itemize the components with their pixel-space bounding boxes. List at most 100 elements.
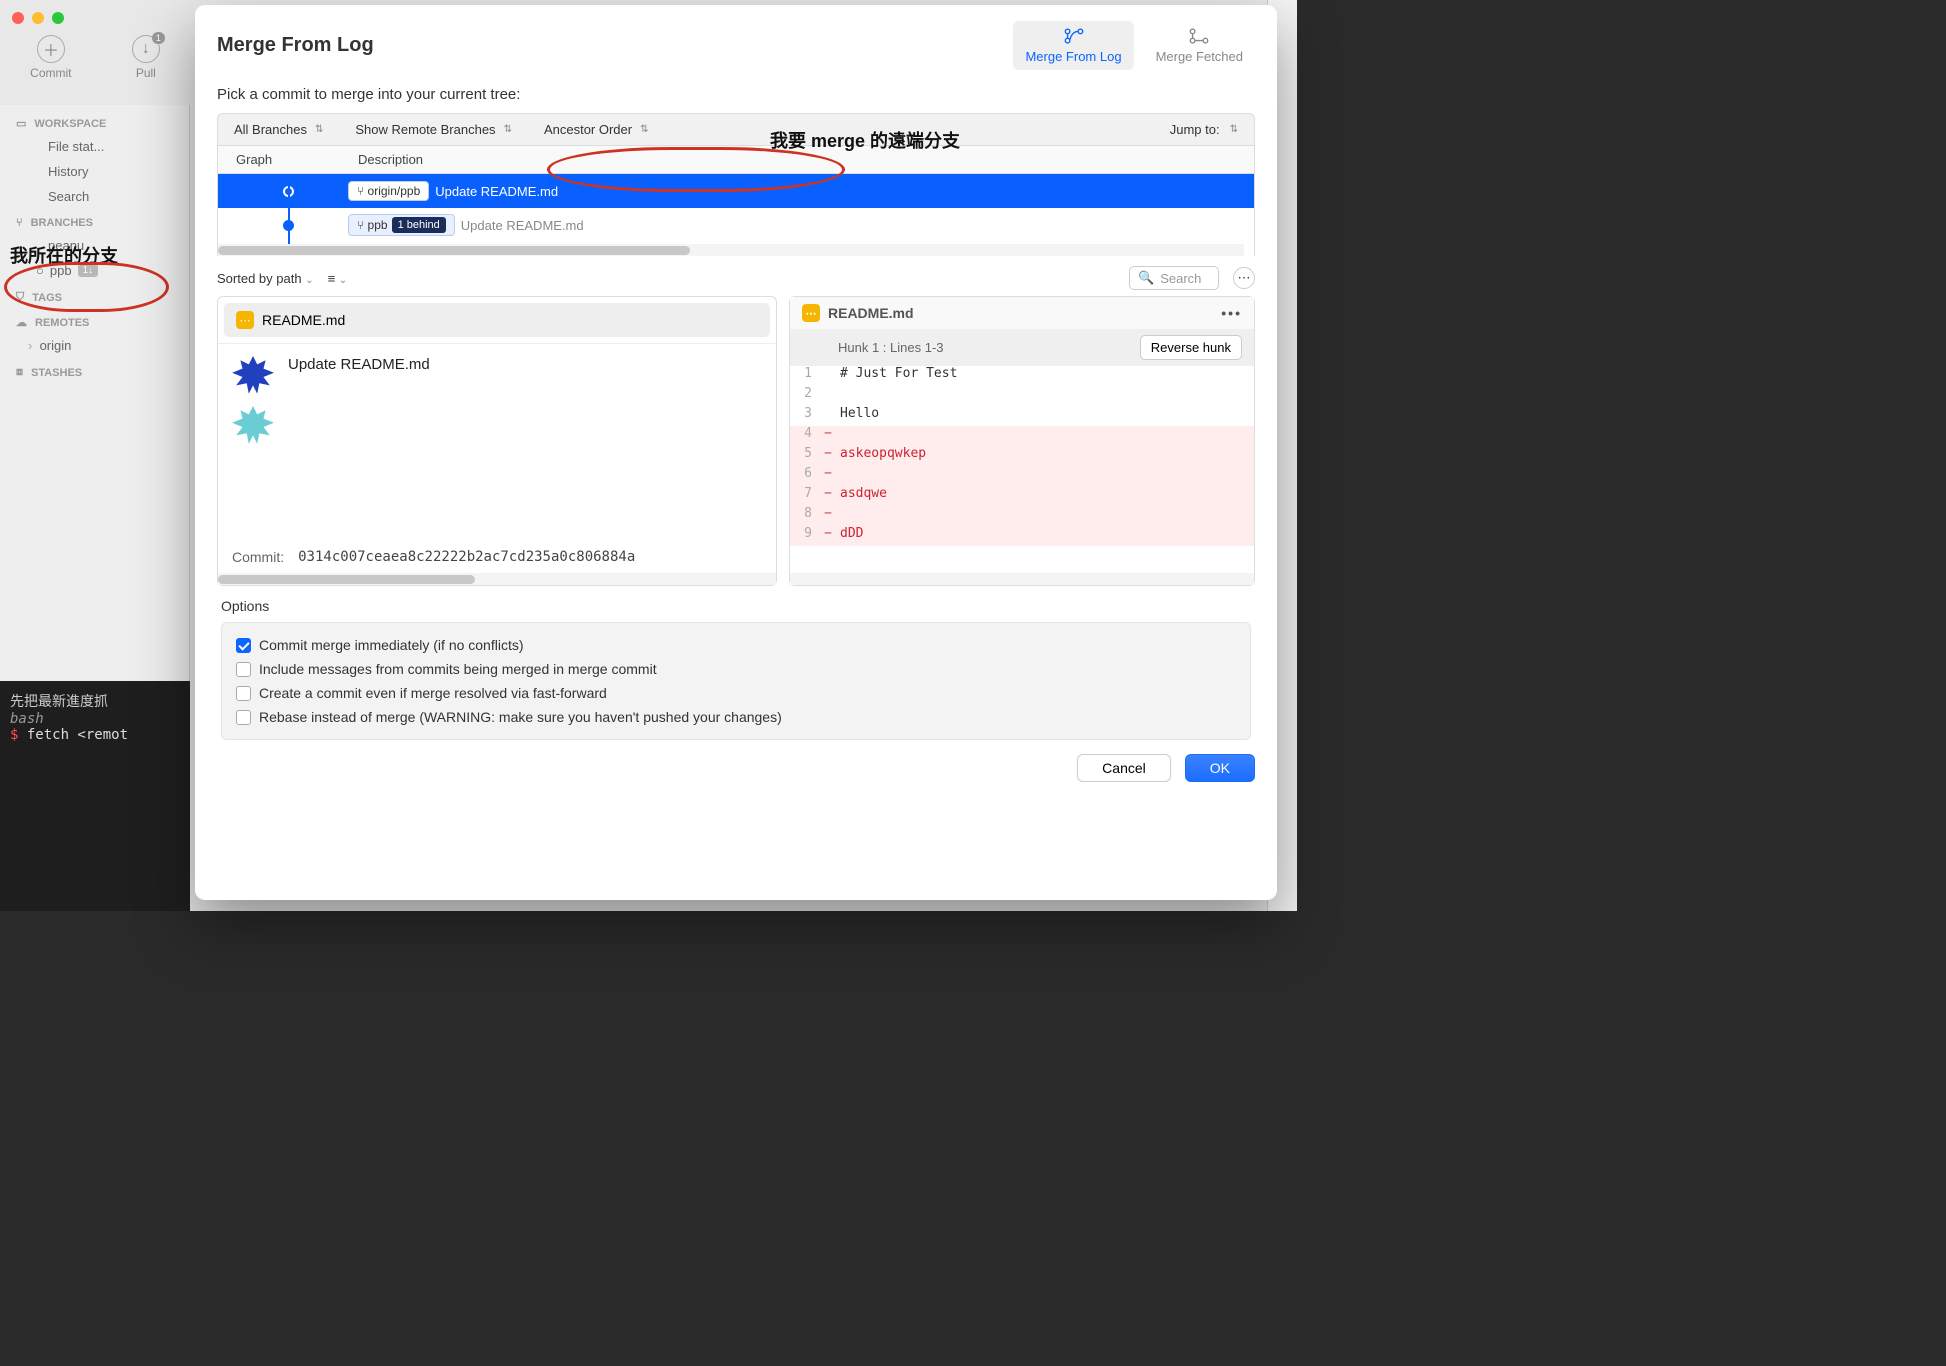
- list-view-select[interactable]: ≡ ⌄: [328, 271, 348, 286]
- option-rebase[interactable]: Rebase instead of merge (WARNING: make s…: [236, 705, 1236, 729]
- annotation-my-branch: 我所在的分支: [10, 242, 118, 268]
- diff-line[interactable]: 7−asdqwe: [790, 486, 1254, 506]
- markdown-file-icon: ⋯: [802, 304, 820, 322]
- option-commit-immediately[interactable]: Commit merge immediately (if no conflict…: [236, 633, 1236, 657]
- diff-line[interactable]: 3Hello: [790, 406, 1254, 426]
- branch-icon: ⑂: [357, 218, 368, 232]
- commit-message: Update README.md: [435, 184, 558, 199]
- dialog-title: Merge From Log: [217, 34, 374, 57]
- dialog-footer: Cancel OK: [195, 740, 1277, 796]
- diff-column: ⋯ README.md ••• Hunk 1 : Lines 1-3 Rever…: [789, 296, 1255, 586]
- file-column: ⋯ README.md Update README.md Commit: 031…: [217, 296, 777, 586]
- file-item[interactable]: ⋯ README.md: [224, 303, 770, 337]
- horizontal-scrollbar[interactable]: [790, 573, 1254, 585]
- checkbox-icon[interactable]: [236, 662, 251, 677]
- diff-line[interactable]: 2: [790, 386, 1254, 406]
- commit-info: Update README.md Commit: 0314c007ceaea8c…: [218, 343, 776, 573]
- chevron-updown-icon: ⇅: [504, 124, 512, 135]
- traffic-lights: [12, 12, 64, 24]
- commit-button[interactable]: ＋ Commit: [30, 35, 71, 80]
- graph-node-icon: [283, 220, 294, 231]
- checkbox-icon[interactable]: [236, 686, 251, 701]
- tab-merge-fetched[interactable]: Merge Fetched: [1144, 21, 1255, 70]
- cancel-button[interactable]: Cancel: [1077, 754, 1171, 782]
- options-title: Options: [221, 598, 1251, 614]
- filter-bar: All Branches⇅ Show Remote Branches⇅ Ance…: [217, 113, 1255, 146]
- remote-branches-select[interactable]: Show Remote Branches⇅: [339, 114, 528, 145]
- sidebar-item-search[interactable]: Search: [0, 184, 189, 209]
- merge-dialog: Merge From Log Merge From Log Merge Fetc…: [195, 5, 1277, 900]
- pull-badge: 1: [152, 32, 165, 44]
- branch-tag: ⑂ ppb 1 behind: [348, 214, 455, 236]
- stashes-section: ⧈ STASHES: [0, 358, 189, 383]
- commit-hash-label: Commit:: [232, 549, 284, 565]
- diff-line[interactable]: 9−dDD: [790, 526, 1254, 546]
- close-icon[interactable]: [12, 12, 24, 24]
- commit-message: Update README.md: [461, 218, 584, 233]
- commit-row[interactable]: ⑂ ppb 1 behind Update README.md: [218, 208, 1254, 242]
- chevron-updown-icon: ⇅: [315, 124, 323, 135]
- sidebar-item-filestatus[interactable]: File stat...: [0, 134, 189, 159]
- cloud-icon: ☁: [16, 316, 27, 329]
- branch-tag: ⑂ origin/ppb: [348, 181, 429, 201]
- commit-hash: 0314c007ceaea8c22222b2ac7cd235a0c806884a: [298, 549, 635, 565]
- sidebar-item-history[interactable]: History: [0, 159, 189, 184]
- more-button[interactable]: ⋯: [1233, 267, 1255, 289]
- diff-line[interactable]: 4−: [790, 426, 1254, 446]
- chevron-updown-icon: ⇅: [1230, 124, 1238, 135]
- commit-row[interactable]: ⑂ origin/ppb Update README.md: [218, 174, 1254, 208]
- diff-line[interactable]: 1# Just For Test: [790, 366, 1254, 386]
- search-placeholder: Search: [1160, 271, 1201, 286]
- options-section: Options Commit merge immediately (if no …: [195, 586, 1277, 740]
- diff-line[interactable]: 6−: [790, 466, 1254, 486]
- reverse-hunk-button[interactable]: Reverse hunk: [1140, 335, 1242, 360]
- detail-row: ⋯ README.md Update README.md Commit: 031…: [217, 296, 1255, 586]
- terminal-cmd: $ fetch <remot: [10, 727, 180, 743]
- tags-section: ⛉ TAGS: [0, 283, 189, 308]
- horizontal-scrollbar[interactable]: [218, 244, 1244, 256]
- ellipsis-icon: ⋯: [1238, 270, 1251, 286]
- ellipsis-icon[interactable]: •••: [1221, 305, 1242, 321]
- branches-select[interactable]: All Branches⇅: [218, 114, 339, 145]
- merge-fetched-icon: [1188, 27, 1210, 45]
- commit-columns: Graph Description: [217, 146, 1255, 174]
- minimize-icon[interactable]: [32, 12, 44, 24]
- ok-button[interactable]: OK: [1185, 754, 1255, 782]
- diff-file-title: ⋯ README.md •••: [790, 297, 1254, 329]
- options-panel: Commit merge immediately (if no conflict…: [221, 622, 1251, 740]
- annotation-remote-branch: 我要 merge 的遠端分支: [770, 127, 960, 153]
- hunk-bar: Hunk 1 : Lines 1-3 Reverse hunk: [790, 329, 1254, 366]
- behind-badge: 1 behind: [392, 217, 446, 233]
- search-icon: 🔍: [1138, 270, 1154, 286]
- zoom-icon[interactable]: [52, 12, 64, 24]
- chevron-down-icon: ⌄: [305, 275, 313, 286]
- dialog-header: Merge From Log Merge From Log Merge Fetc…: [195, 5, 1277, 86]
- diff-line[interactable]: 8−: [790, 506, 1254, 526]
- search-input[interactable]: 🔍 Search: [1129, 266, 1219, 290]
- markdown-file-icon: ⋯: [236, 311, 254, 329]
- avatar-icon: [232, 356, 274, 398]
- chevron-down-icon: ⌄: [339, 275, 347, 286]
- sidebar-toolbar: ＋ Commit ↓ 1 Pull: [0, 25, 190, 90]
- sort-select[interactable]: Sorted by path ⌄: [217, 271, 314, 286]
- pull-label: Pull: [136, 66, 156, 80]
- avatar-icon: [232, 406, 274, 448]
- terminal-bash: bash: [10, 711, 180, 727]
- sidebar-item-remote-origin[interactable]: › origin: [0, 333, 189, 358]
- checkbox-icon[interactable]: [236, 638, 251, 653]
- top-tabs: Merge From Log Merge Fetched: [1013, 21, 1255, 70]
- pull-button[interactable]: ↓ 1 Pull: [132, 35, 160, 80]
- order-select[interactable]: Ancestor Order⇅: [528, 114, 665, 145]
- horizontal-scrollbar[interactable]: [218, 573, 776, 585]
- commit-list: ⑂ origin/ppb Update README.md ⑂ ppb 1 be…: [217, 174, 1255, 256]
- tab-merge-from-log[interactable]: Merge From Log: [1013, 21, 1133, 70]
- jump-to[interactable]: Jump to:⇅: [1154, 114, 1254, 145]
- commit-detail-message: Update README.md: [232, 356, 762, 373]
- option-include-messages[interactable]: Include messages from commits being merg…: [236, 657, 1236, 681]
- branches-section: ⑂ BRANCHES: [0, 209, 189, 233]
- option-create-commit[interactable]: Create a commit even if merge resolved v…: [236, 681, 1236, 705]
- checkbox-icon[interactable]: [236, 710, 251, 725]
- terminal: 先把最新進度抓 bash $ fetch <remot: [0, 681, 190, 911]
- diff-body[interactable]: 1# Just For Test23Hello4−5−askeopqwkep6−…: [790, 366, 1254, 573]
- diff-line[interactable]: 5−askeopqwkep: [790, 446, 1254, 466]
